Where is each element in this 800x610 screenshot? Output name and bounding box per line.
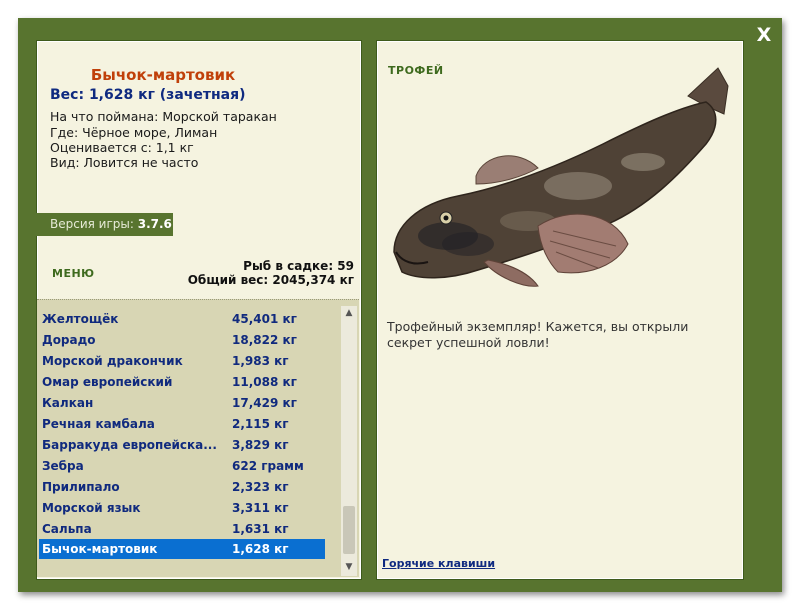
list-item-weight: 1,628 кг [232,542,289,556]
version-value: 3.7.6 [137,217,172,231]
list-item-weight: 11,088 кг [232,375,297,389]
list-item-name: Речная камбала [42,417,155,431]
list-item-weight: 17,429 кг [232,396,297,410]
close-button[interactable]: X [754,24,774,46]
list-item-name: Морской язык [42,501,141,515]
fish-weight: Вес: 1,628 кг (зачетная) [50,87,246,103]
catch-list[interactable]: Желтощёк 45,401 кг Дорадо 18,822 кг Морс… [37,299,359,577]
list-item-selected[interactable]: Бычок-мартовик 1,628 кг [39,539,325,559]
scroll-down-icon[interactable]: ▼ [341,560,357,574]
list-item[interactable]: Морской дракончик 1,983 кг [39,351,325,371]
version-label: Версия игры: [50,217,134,231]
list-item-weight: 622 грамм [232,459,304,473]
list-item-name: Дорадо [42,333,96,347]
fish-image [393,67,729,287]
list-scrollbar[interactable]: ▲ ▼ [341,306,357,576]
total-weight: Общий вес: 2045,374 кг [187,273,354,287]
list-item[interactable]: Морской язык 3,311 кг [39,498,325,518]
fish-count: Рыб в садке: 59 [243,259,354,273]
list-item-name: Морской дракончик [42,354,183,368]
list-item[interactable]: Дорадо 18,822 кг [39,330,325,350]
list-item-name: Прилипало [42,480,120,494]
list-item-weight: 3,829 кг [232,438,289,452]
trophy-text: Трофейный экземпляр! Кажется, вы открыли… [387,319,689,350]
list-item[interactable]: Речная камбала 2,115 кг [39,414,325,434]
list-item[interactable]: Зебра 622 грамм [39,456,325,476]
list-item-weight: 2,115 кг [232,417,289,431]
menu-button[interactable]: МЕНЮ [52,267,95,280]
list-item[interactable]: Прилипало 2,323 кг [39,477,325,497]
fish-value: Оценивается с: 1,1 кг [50,140,194,155]
fish-name: Бычок-мартовик [90,66,236,84]
list-item-name: Сальпа [42,522,92,536]
list-item[interactable]: Желтощёк 45,401 кг [39,309,325,329]
game-version: Версия игры: 3.7.6 [36,213,173,236]
list-item-name: Бычок-мартовик [42,542,158,556]
fish-kind: Вид: Ловится не часто [50,155,199,170]
list-item-name: Желтощёк [42,312,119,326]
list-item-name: Калкан [42,396,94,410]
list-item[interactable]: Калкан 17,429 кг [39,393,325,413]
fish-location: Где: Чёрное море, Лиман [50,125,218,140]
list-item-weight: 1,983 кг [232,354,289,368]
list-item[interactable]: Сальпа 1,631 кг [39,519,325,539]
list-item-weight: 2,323 кг [232,480,289,494]
fish-bait: На что поймана: Морской таракан [50,109,277,124]
list-item-weight: 1,631 кг [232,522,289,536]
list-item-name: Зебра [42,459,84,473]
list-item-weight: 3,311 кг [232,501,289,515]
list-item-name: Омар европейский [42,375,173,389]
list-item-name: Барракуда европейска... [42,438,217,452]
list-item-weight: 18,822 кг [232,333,297,347]
scrollbar-thumb[interactable] [343,506,355,554]
scroll-up-icon[interactable]: ▲ [341,306,357,320]
list-item[interactable]: Омар европейский 11,088 кг [39,372,325,392]
list-item[interactable]: Барракуда европейска... 3,829 кг [39,435,325,455]
hotkeys-link[interactable]: Горячие клавиши [382,557,495,570]
list-item-weight: 45,401 кг [232,312,297,326]
